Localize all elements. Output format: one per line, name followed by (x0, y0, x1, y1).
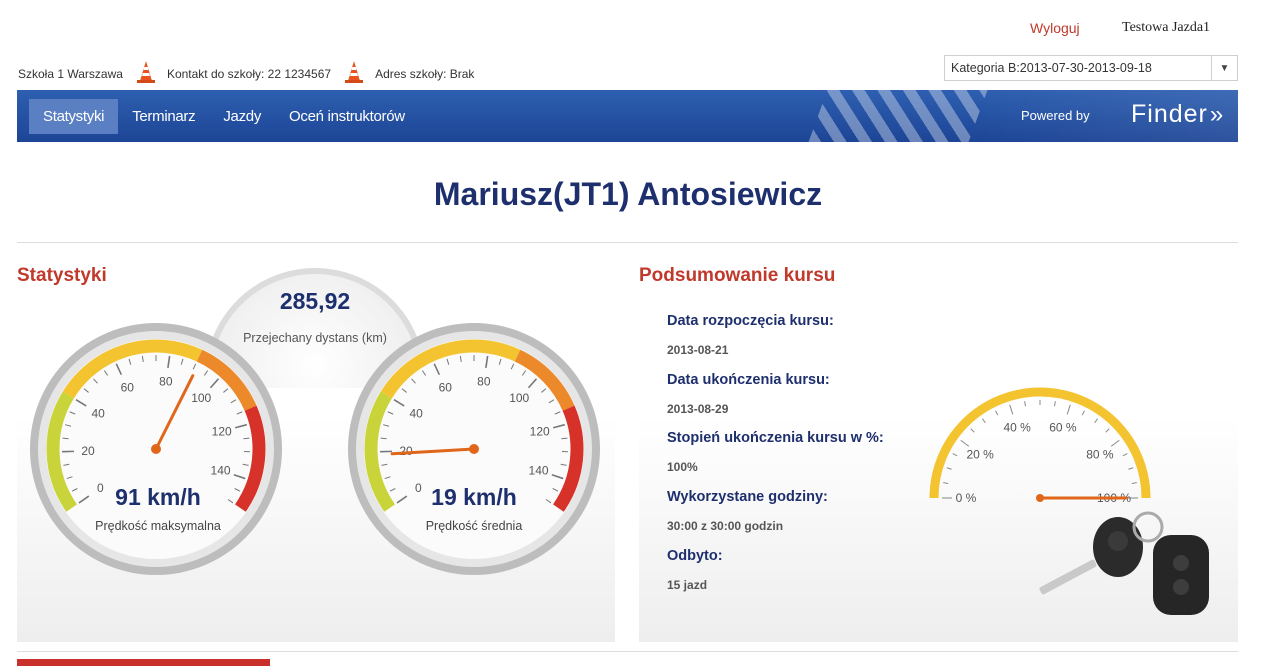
section-accent-bar (17, 659, 270, 666)
gauge-tick (1024, 401, 1026, 407)
checkered-flag-decoration (808, 90, 988, 142)
gauge-tick (1009, 404, 1014, 415)
gauge-tick-label: 120 (530, 424, 550, 438)
max-speed-label: Prędkość maksymalna (95, 519, 221, 533)
gauge-tick (995, 410, 999, 416)
gauge-tick (1066, 404, 1071, 415)
school-info-bar: Szkoła 1 Warszawa Kontakt do szkoły: 22 … (18, 60, 482, 88)
gauge-tick-label: 60 % (1049, 421, 1077, 435)
gauge-tick (960, 439, 970, 447)
nav-tabs: Statystyki Terminarz Jazdy Oceń instrukt… (29, 99, 419, 134)
gauge-tick (1122, 453, 1128, 457)
traffic-cone-icon (136, 61, 155, 83)
summary-item-value: 30:00 z 30:00 godzin (667, 519, 784, 533)
traffic-cone-icon (345, 61, 364, 83)
app-root: Wyloguj Testowa Jazda1 Szkoła 1 Warszawa… (0, 0, 1280, 666)
gauge-tick-label: 0 % (956, 491, 977, 505)
summary-item-label: Data ukończenia kursu: (667, 372, 830, 388)
gauge-tick (981, 418, 986, 424)
divider (17, 651, 1238, 652)
gauge-tick (1081, 410, 1085, 416)
summary-item: Wykorzystane godziny: 30:00 z 30:00 godz… (667, 489, 828, 533)
max-speed-gauge: 0204060 80100120140 (30, 323, 282, 575)
summary-item-value: 100% (667, 460, 698, 474)
category-select[interactable]: Kategoria B:2013-07-30-2013-09-18 ▼ (944, 55, 1238, 81)
gauge-tick (952, 453, 958, 457)
gauge-needle-hub (1036, 494, 1044, 502)
logout-link[interactable]: Wyloguj (1030, 20, 1080, 36)
gauge-tick (62, 437, 69, 440)
gauge-tick (1128, 467, 1134, 470)
tab-statystyki[interactable]: Statystyki (29, 99, 119, 134)
summary-section-title: Podsumowanie kursu (639, 265, 836, 286)
gauge-tick (946, 467, 952, 470)
completion-gauge-arc (929, 387, 1151, 499)
username: Testowa Jazda1 (1122, 20, 1211, 35)
summary-item: Data rozpoczęcia kursu: 2013-08-21 (667, 313, 834, 357)
gauge-needle-hub (151, 444, 161, 454)
summary-item-label: Wykorzystane godziny: (667, 489, 828, 505)
max-speed-value: 91 km/h (115, 484, 201, 510)
distance-value: 285,92 (279, 288, 351, 314)
gauge-tick-label: 100 (191, 391, 211, 405)
divider (17, 242, 1238, 243)
gauge-tick-label: 40 (409, 406, 423, 420)
summary-item-value: 2013-08-21 (667, 343, 729, 357)
gauge-tick-label: 20 (399, 444, 413, 458)
gauge-tick-label: 80 (477, 375, 491, 389)
finder-logo[interactable]: Finder» (1131, 100, 1224, 129)
double-chevron-icon: » (1209, 100, 1225, 128)
completion-gauge: 0 %20 %40 % 60 %80 %100 % (929, 387, 1151, 505)
summary-item-label: Stopień ukończenia kursu w %: (667, 430, 884, 446)
gauge-tick-label: 140 (211, 463, 231, 477)
avg-speed-gauge: 0204060 80100120140 (348, 323, 600, 575)
gauge-tick-label: 40 (91, 406, 105, 420)
gauge-tick (243, 437, 250, 440)
school-contact: Kontakt do szkoły: 22 1234567 (166, 67, 332, 81)
gauge-tick (1131, 482, 1137, 484)
tab-jazdy[interactable]: Jazdy (209, 99, 275, 134)
gauge-tick-label: 20 % (966, 448, 994, 462)
gauge-tick-label: 20 (81, 444, 95, 458)
gauge-tick-label: 120 (212, 424, 232, 438)
chevron-down-icon[interactable]: ▼ (1211, 56, 1237, 80)
gauge-tick-label: 140 (529, 463, 549, 477)
summary-item-label: Odbyto: (667, 548, 723, 564)
gauge-tick-label: 80 (159, 375, 173, 389)
summary-item: Data ukończenia kursu: 2013-08-29 (667, 372, 830, 416)
gauge-tick-label: 40 % (1003, 421, 1031, 435)
tab-terminarz[interactable]: Terminarz (118, 99, 209, 134)
gauge-tick-label: 60 (121, 380, 135, 394)
gauge-needle-hub (469, 444, 479, 454)
tab-ocen-instruktorow[interactable]: Oceń instruktorów (275, 99, 419, 134)
school-address: Adres szkoły: Brak (375, 67, 475, 81)
gauge-tick-label: 60 (439, 380, 453, 394)
gauge-tick (1105, 428, 1110, 433)
summary-item-label: Data rozpoczęcia kursu: (667, 313, 834, 329)
gauge-tick (1054, 401, 1056, 407)
gauge-tick (970, 428, 975, 433)
summary-item: Stopień ukończenia kursu w %: 100% (667, 430, 884, 474)
powered-by-label: Powered by (1021, 108, 1090, 123)
avg-speed-label: Prędkość średnia (425, 519, 523, 533)
finder-logo-text: Finder (1131, 100, 1208, 128)
gauge-tick-label: 80 % (1086, 448, 1114, 462)
gauge-tick (1094, 418, 1099, 424)
summary-item-value: 15 jazd (667, 578, 708, 592)
gauge-tick (943, 482, 949, 484)
gauge-tick (380, 437, 387, 440)
car-keys-icon (1039, 511, 1209, 615)
main-nav: Statystyki Terminarz Jazdy Oceń instrukt… (17, 90, 1238, 142)
avg-speed-value: 19 km/h (431, 484, 517, 510)
gauge-tick (561, 437, 568, 440)
gauge-tick (1110, 439, 1120, 447)
category-select-value: Kategoria B:2013-07-30-2013-09-18 (951, 61, 1152, 75)
summary-item-value: 2013-08-29 (667, 402, 729, 416)
page-title: Mariusz(JT1) Antosiewicz (433, 176, 823, 212)
stats-section-title: Statystyki (17, 265, 107, 286)
school-name: Szkoła 1 Warszawa (18, 67, 123, 81)
summary-item: Odbyto: 15 jazd (667, 548, 723, 592)
gauge-tick-label: 100 (509, 391, 529, 405)
